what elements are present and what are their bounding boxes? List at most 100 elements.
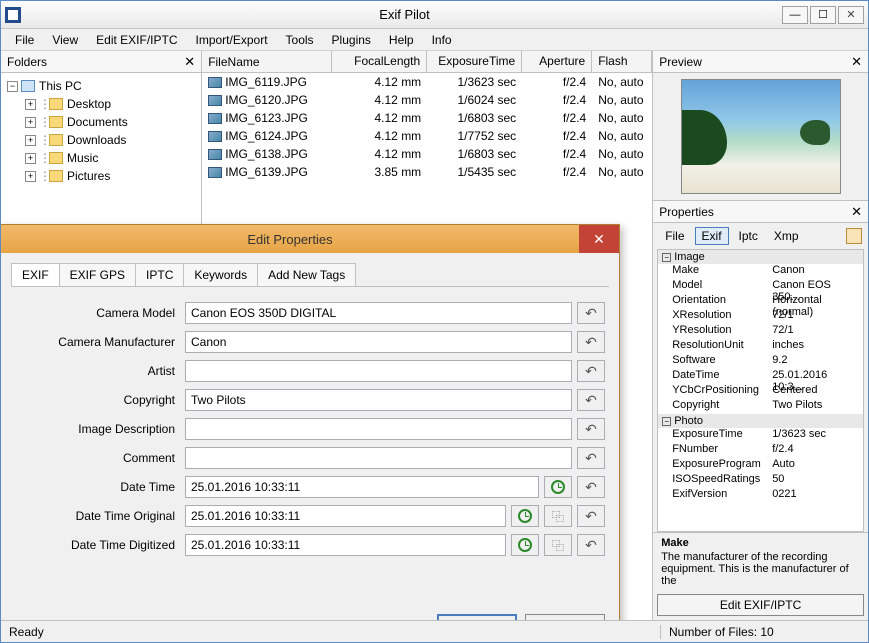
ok-button[interactable]: OK bbox=[437, 614, 517, 620]
date-picker-button[interactable] bbox=[544, 476, 572, 498]
property-row[interactable]: Software9.2 bbox=[658, 354, 863, 369]
property-row[interactable]: ISOSpeedRatings50 bbox=[658, 473, 863, 488]
prop-tab-xmp[interactable]: Xmp bbox=[768, 228, 805, 244]
prop-tab-iptc[interactable]: Iptc bbox=[733, 228, 764, 244]
preview-close-icon[interactable]: ✕ bbox=[851, 54, 862, 70]
copy-button[interactable] bbox=[544, 534, 572, 556]
folder-icon bbox=[49, 170, 63, 182]
preview-image bbox=[681, 79, 841, 194]
tree-item[interactable]: +⋮Pictures bbox=[21, 167, 199, 185]
date-picker-button[interactable] bbox=[511, 505, 539, 527]
property-row[interactable]: OrientationHorizontal (normal) bbox=[658, 294, 863, 309]
collapse-icon[interactable]: − bbox=[662, 253, 671, 262]
undo-button[interactable] bbox=[577, 534, 605, 556]
undo-button[interactable] bbox=[577, 302, 605, 324]
folder-icon bbox=[49, 134, 63, 146]
property-row[interactable]: YResolution72/1 bbox=[658, 324, 863, 339]
maximize-button[interactable]: ☐ bbox=[810, 6, 836, 24]
file-row[interactable]: IMG_6139.JPG3.85 mm1/5435 secf/2.4No, au… bbox=[202, 163, 652, 181]
menu-view[interactable]: View bbox=[44, 31, 86, 49]
comment-input[interactable] bbox=[185, 447, 572, 469]
property-row[interactable]: CopyrightTwo Pilots bbox=[658, 399, 863, 414]
property-row[interactable]: XResolution72/1 bbox=[658, 309, 863, 324]
prop-group-image[interactable]: −Image bbox=[658, 250, 863, 264]
date-picker-button[interactable] bbox=[511, 534, 539, 556]
tree-item[interactable]: +⋮Music bbox=[21, 149, 199, 167]
col-exposuretime[interactable]: ExposureTime bbox=[427, 51, 522, 72]
camera-mfr-input[interactable] bbox=[185, 331, 572, 353]
expand-icon[interactable]: + bbox=[25, 99, 36, 110]
expand-icon[interactable]: + bbox=[25, 171, 36, 182]
property-row[interactable]: FNumberf/2.4 bbox=[658, 443, 863, 458]
property-row[interactable]: ResolutionUnitinches bbox=[658, 339, 863, 354]
tab-exif[interactable]: EXIF bbox=[11, 263, 59, 286]
undo-button[interactable] bbox=[577, 389, 605, 411]
tree-item[interactable]: +⋮Documents bbox=[21, 113, 199, 131]
date-time-input[interactable] bbox=[185, 476, 539, 498]
cancel-button[interactable]: Cancel bbox=[525, 614, 605, 620]
file-row[interactable]: IMG_6138.JPG4.12 mm1/6803 secf/2.4No, au… bbox=[202, 145, 652, 163]
img-desc-input[interactable] bbox=[185, 418, 572, 440]
minimize-button[interactable]: — bbox=[782, 6, 808, 24]
tab-iptc[interactable]: IPTC bbox=[135, 263, 183, 286]
expand-icon[interactable]: + bbox=[25, 153, 36, 164]
collapse-icon[interactable]: − bbox=[662, 417, 671, 426]
col-flash[interactable]: Flash bbox=[592, 51, 652, 72]
menu-tools[interactable]: Tools bbox=[278, 31, 322, 49]
undo-button[interactable] bbox=[577, 505, 605, 527]
tree-item[interactable]: +⋮Downloads bbox=[21, 131, 199, 149]
menu-file[interactable]: File bbox=[7, 31, 42, 49]
property-row[interactable]: MakeCanon bbox=[658, 264, 863, 279]
folders-close-icon[interactable]: ✕ bbox=[184, 54, 195, 70]
file-row[interactable]: IMG_6120.JPG4.12 mm1/6024 secf/2.4No, au… bbox=[202, 91, 652, 109]
property-row[interactable]: YCbCrPositioningCentered bbox=[658, 384, 863, 399]
date-dig-input[interactable] bbox=[185, 534, 506, 556]
tree-item[interactable]: +⋮Desktop bbox=[21, 95, 199, 113]
undo-button[interactable] bbox=[577, 331, 605, 353]
date-orig-input[interactable] bbox=[185, 505, 506, 527]
prop-tab-file[interactable]: File bbox=[659, 228, 690, 244]
copyright-input[interactable] bbox=[185, 389, 572, 411]
tab-exif-gps[interactable]: EXIF GPS bbox=[59, 263, 135, 286]
menu-plugins[interactable]: Plugins bbox=[324, 31, 379, 49]
col-filename[interactable]: FileName bbox=[202, 51, 332, 72]
tab-add-new-tags[interactable]: Add New Tags bbox=[257, 263, 356, 286]
col-aperture[interactable]: Aperture bbox=[522, 51, 592, 72]
settings-icon[interactable] bbox=[846, 228, 862, 244]
property-row[interactable]: ExifVersion0221 bbox=[658, 488, 863, 503]
undo-button[interactable] bbox=[577, 476, 605, 498]
prop-tab-exif[interactable]: Exif bbox=[695, 227, 729, 245]
clock-icon bbox=[551, 480, 565, 494]
menu-edit-exif[interactable]: Edit EXIF/IPTC bbox=[88, 31, 185, 49]
artist-input[interactable] bbox=[185, 360, 572, 382]
property-row[interactable]: ExposureProgramAuto bbox=[658, 458, 863, 473]
property-list[interactable]: −Image MakeCanonModelCanon EOS 350...Ori… bbox=[657, 249, 864, 532]
camera-model-input[interactable] bbox=[185, 302, 572, 324]
dialog-close-button[interactable]: ✕ bbox=[579, 225, 619, 253]
undo-button[interactable] bbox=[577, 360, 605, 382]
edit-exif-button[interactable]: Edit EXIF/IPTC bbox=[657, 594, 864, 616]
prop-group-photo[interactable]: −Photo bbox=[658, 414, 863, 428]
menu-import-export[interactable]: Import/Export bbox=[188, 31, 276, 49]
image-file-icon bbox=[208, 149, 222, 160]
expand-icon[interactable]: + bbox=[25, 117, 36, 128]
undo-button[interactable] bbox=[577, 418, 605, 440]
edit-properties-dialog: Edit Properties ✕ EXIF EXIF GPS IPTC Key… bbox=[1, 224, 620, 620]
property-row[interactable]: ModelCanon EOS 350... bbox=[658, 279, 863, 294]
expand-icon[interactable]: + bbox=[25, 135, 36, 146]
col-focallength[interactable]: FocalLength bbox=[332, 51, 427, 72]
tab-keywords[interactable]: Keywords bbox=[183, 263, 257, 286]
file-row[interactable]: IMG_6123.JPG4.12 mm1/6803 secf/2.4No, au… bbox=[202, 109, 652, 127]
file-row[interactable]: IMG_6119.JPG4.12 mm1/3623 secf/2.4No, au… bbox=[202, 73, 652, 91]
tree-root[interactable]: − This PC bbox=[3, 77, 199, 95]
undo-button[interactable] bbox=[577, 447, 605, 469]
copy-button[interactable] bbox=[544, 505, 572, 527]
close-button[interactable]: ✕ bbox=[838, 6, 864, 24]
file-row[interactable]: IMG_6124.JPG4.12 mm1/7752 secf/2.4No, au… bbox=[202, 127, 652, 145]
properties-close-icon[interactable]: ✕ bbox=[851, 204, 862, 220]
menu-help[interactable]: Help bbox=[381, 31, 422, 49]
property-row[interactable]: DateTime25.01.2016 10:3... bbox=[658, 369, 863, 384]
property-row[interactable]: ExposureTime1/3623 sec bbox=[658, 428, 863, 443]
menu-info[interactable]: Info bbox=[424, 31, 460, 49]
collapse-icon[interactable]: − bbox=[7, 81, 18, 92]
